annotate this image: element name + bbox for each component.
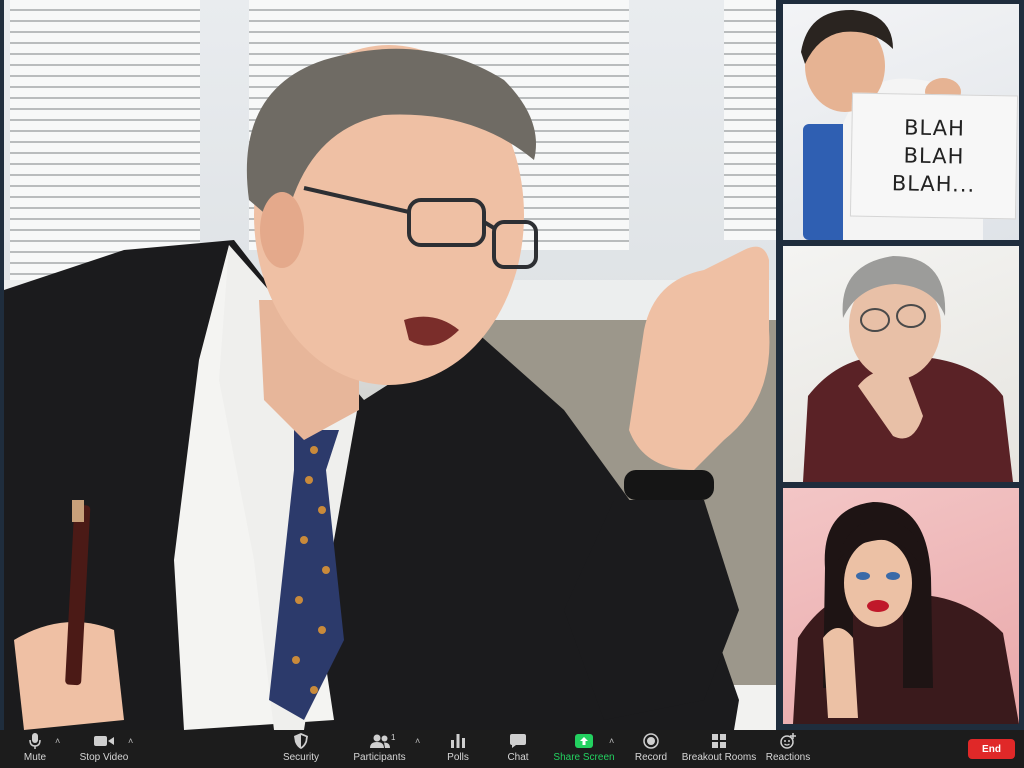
participant-tile-3[interactable] bbox=[783, 488, 1019, 724]
chat-bubble-icon bbox=[507, 732, 529, 750]
mute-button[interactable]: Mute bbox=[20, 732, 50, 766]
breakout-rooms-label: Breakout Rooms bbox=[681, 752, 757, 763]
video-options-caret[interactable]: ˄ bbox=[128, 736, 133, 746]
security-label: Security bbox=[282, 752, 320, 763]
reaction-emoji-icon bbox=[777, 732, 799, 750]
stop-video-label: Stop Video bbox=[79, 752, 129, 763]
record-button[interactable]: Record bbox=[634, 732, 668, 766]
reactions-button[interactable]: Reactions bbox=[766, 732, 810, 766]
video-stage: BLAH BLAH BLAH... bbox=[0, 0, 1024, 730]
shield-icon bbox=[290, 732, 312, 750]
participants-options-caret[interactable]: ˄ bbox=[415, 736, 420, 746]
stop-video-button[interactable]: Stop Video bbox=[78, 732, 130, 766]
chat-label: Chat bbox=[507, 752, 529, 763]
main-speaker-video[interactable] bbox=[4, 0, 776, 730]
sign-line-2: BLAH bbox=[903, 143, 965, 169]
blah-sign: BLAH BLAH BLAH... bbox=[849, 92, 1019, 220]
share-screen-button[interactable]: Share Screen bbox=[553, 732, 615, 766]
mute-label: Mute bbox=[23, 752, 47, 763]
participants-icon bbox=[369, 732, 391, 750]
polls-button[interactable]: Polls bbox=[444, 732, 472, 766]
breakout-grid-icon bbox=[708, 732, 730, 750]
reactions-label: Reactions bbox=[765, 752, 811, 763]
participants-count: 1 bbox=[391, 733, 396, 742]
polls-icon bbox=[447, 732, 469, 750]
sign-line-1: BLAH bbox=[903, 115, 966, 141]
participant-2-figure bbox=[803, 256, 1013, 482]
sign-line-3: BLAH... bbox=[891, 171, 976, 197]
participant-3-figure bbox=[793, 502, 1019, 724]
record-label: Record bbox=[634, 752, 668, 763]
participant-tile-2[interactable] bbox=[783, 246, 1019, 482]
speaker-figure bbox=[4, 45, 770, 730]
end-meeting-button[interactable]: End bbox=[968, 739, 1015, 759]
video-camera-icon bbox=[93, 732, 115, 750]
participant-tile-1[interactable]: BLAH BLAH BLAH... bbox=[783, 4, 1019, 240]
security-button[interactable]: Security bbox=[282, 732, 320, 766]
record-icon bbox=[640, 732, 662, 750]
share-screen-label: Share Screen bbox=[553, 752, 615, 763]
microphone-icon bbox=[24, 732, 46, 750]
polls-label: Polls bbox=[447, 752, 469, 763]
mute-options-caret[interactable]: ˄ bbox=[55, 736, 60, 746]
meeting-toolbar: Mute ˄ Stop Video ˄ Security Participant… bbox=[0, 730, 1024, 768]
share-options-caret[interactable]: ˄ bbox=[609, 736, 614, 746]
breakout-rooms-button[interactable]: Breakout Rooms bbox=[681, 732, 757, 766]
participants-label: Participants bbox=[353, 752, 406, 763]
chat-button[interactable]: Chat bbox=[504, 732, 532, 766]
participants-button[interactable]: Participants bbox=[352, 732, 407, 766]
share-arrow-icon bbox=[573, 732, 595, 750]
